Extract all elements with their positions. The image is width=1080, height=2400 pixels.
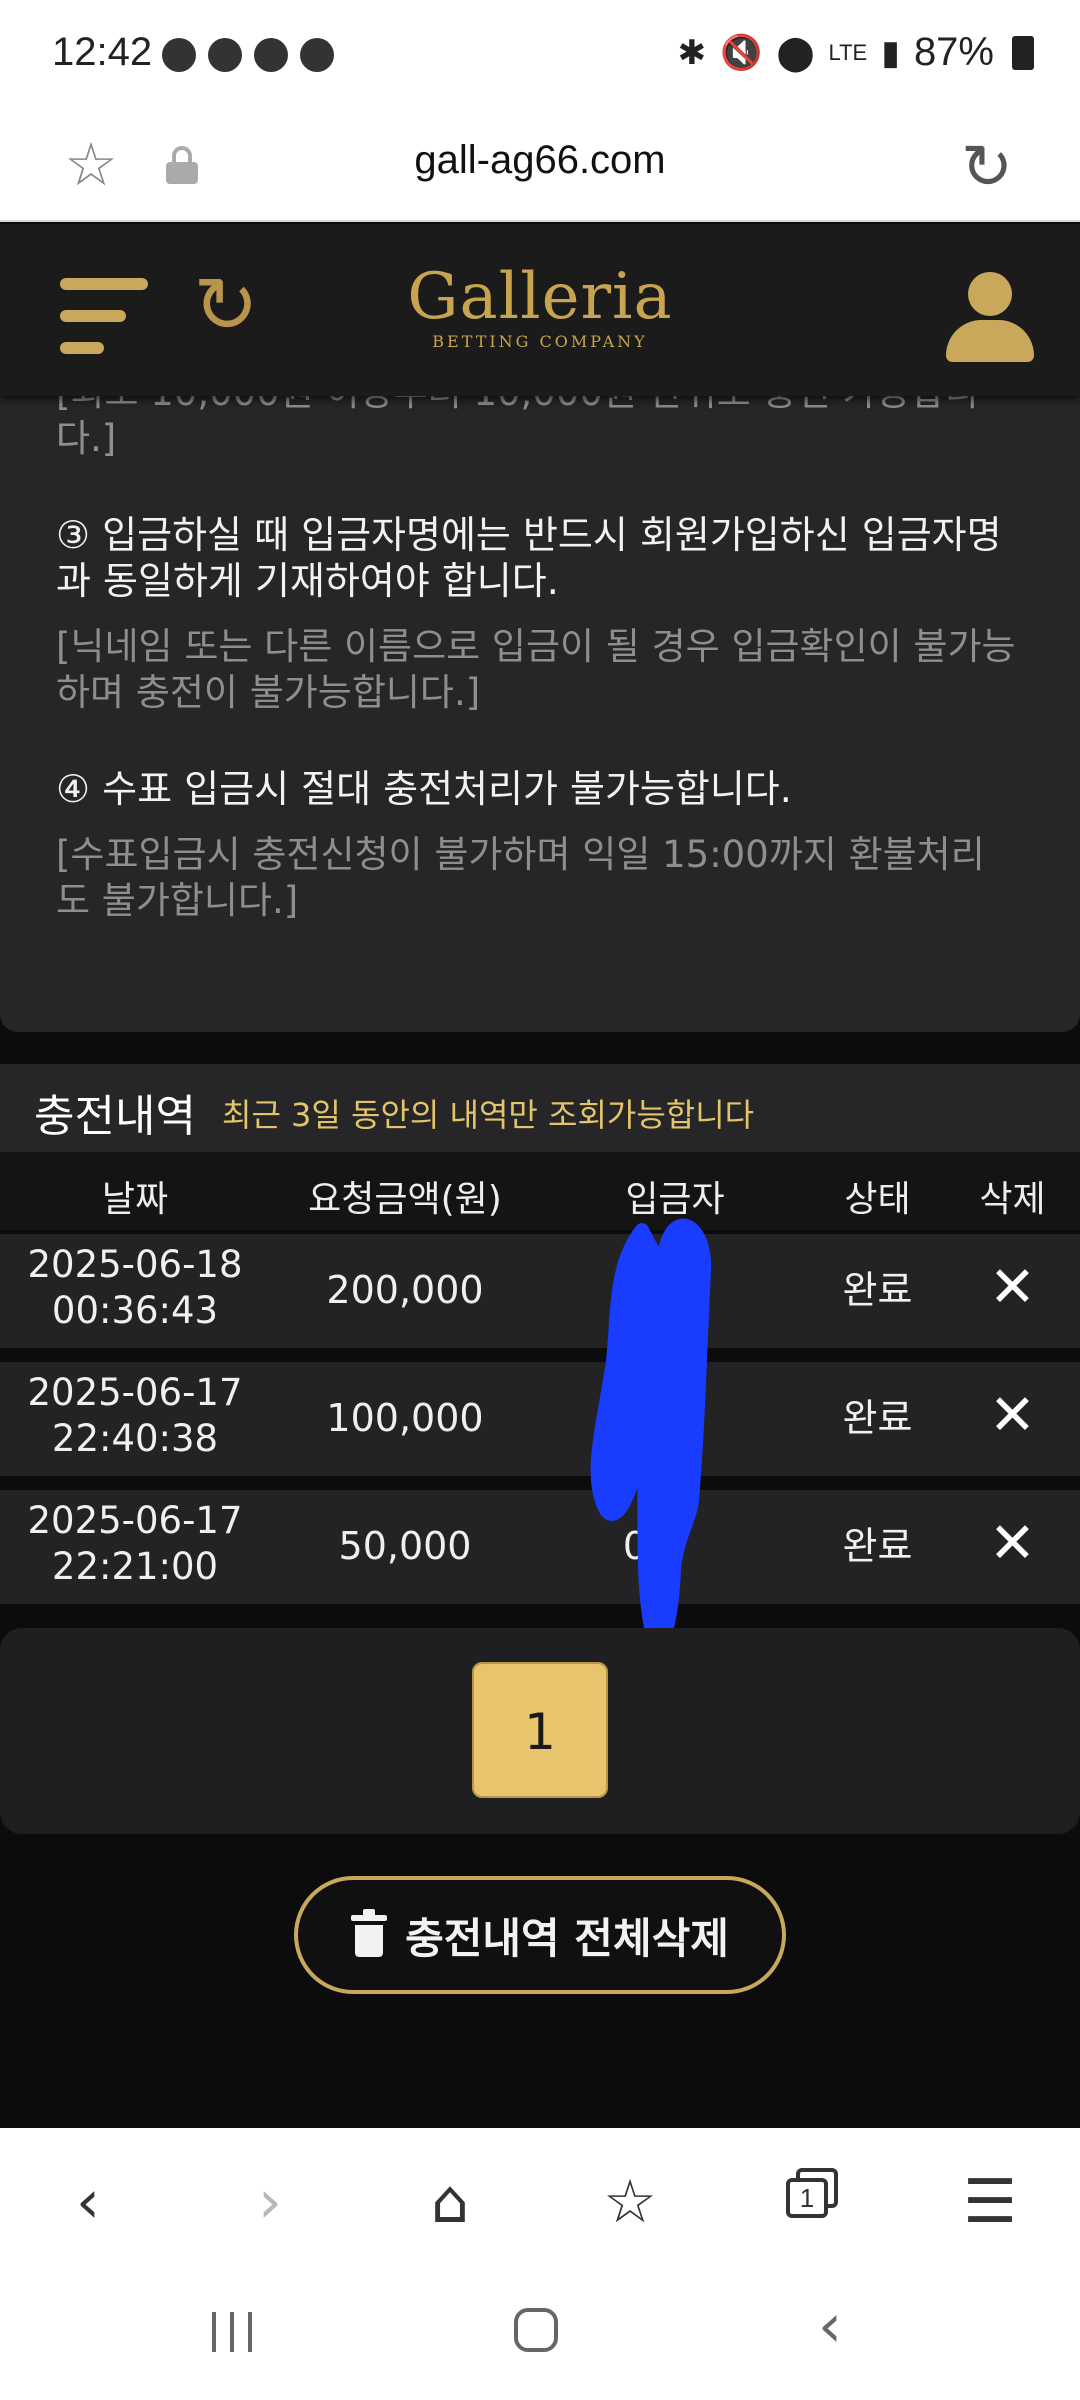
refresh-icon[interactable]: ↻	[186, 266, 266, 346]
menu-icon[interactable]	[60, 278, 148, 354]
row-status: 완료	[842, 1396, 913, 1440]
row-date: 2025-06-17	[27, 1371, 243, 1414]
notice-rule-3: ③ 입금하실 때 입금자명에는 반드시 회원가입하신 입금자명과 동일하게 기재…	[56, 513, 1002, 603]
row-time: 00:36:43	[51, 1289, 219, 1332]
bluetooth-icon: ✱	[677, 33, 707, 72]
history-note: 최근 3일 동안의 내역만 조회가능합니다	[222, 1096, 755, 1134]
row-status: 완료	[842, 1268, 913, 1312]
browser-toolbar: ‹ › ⌂ ☆ 1 ☰	[0, 2128, 1080, 2268]
chat-notification-icon	[300, 38, 334, 72]
table-row: 2025-06-17 22:40:38 100,000 완료 ✕	[0, 1362, 1080, 1476]
row-time: 22:40:38	[51, 1417, 219, 1460]
notification-icons	[162, 38, 334, 72]
home-nav-icon[interactable]	[514, 2308, 558, 2352]
tabs-icon[interactable]: 1	[786, 2168, 838, 2218]
talk-notification-icon	[162, 38, 196, 72]
deposit-notice: [최소 10,000원 이상부터 10,000원 단위로 충전 가능합니다.] …	[0, 396, 1080, 1032]
app-notification-icon	[208, 38, 242, 72]
delete-row-close-icon[interactable]: ✕	[945, 1514, 1080, 1574]
column-delete: 삭제	[979, 1179, 1046, 1220]
status-time: 12:42	[52, 30, 153, 74]
status-right: ✱ 🔇 ⬤ LTE ▮ 87%	[678, 30, 1034, 75]
row-datetime: 2025-06-17 22:21:00	[0, 1498, 270, 1590]
row-amount: 200,000	[326, 1268, 484, 1312]
delete-all-history-button[interactable]: 충전내역 전체삭제	[294, 1876, 786, 1994]
battery-percent: 87%	[913, 30, 994, 74]
table-header: 날짜 요청금액(원) 입금자 상태 삭제	[0, 1152, 1080, 1230]
network-type: LTE	[828, 39, 868, 65]
delete-row-close-icon[interactable]: ✕	[945, 1386, 1080, 1446]
table-row: 2025-06-18 00:36:43 200,000 완료 ✕	[0, 1234, 1080, 1348]
browser-address-bar: ☆ gall-ag66.com ↻	[0, 110, 1080, 222]
delete-all-label: 충전내역 전체삭제	[405, 1913, 729, 1963]
back-icon[interactable]: ‹	[48, 2162, 128, 2242]
column-date: 날짜	[101, 1179, 169, 1220]
app-notification-icon	[254, 38, 288, 72]
column-status: 상태	[844, 1179, 911, 1220]
system-navigation-bar: ‹	[0, 2268, 1080, 2400]
mute-icon: 🔇	[720, 33, 763, 72]
url-field[interactable]: gall-ag66.com	[0, 138, 1080, 183]
row-date: 2025-06-18	[27, 1243, 243, 1286]
browser-menu-icon[interactable]: ☰	[950, 2162, 1030, 2242]
column-amount: 요청금액(원)	[308, 1179, 502, 1220]
battery-icon	[1012, 35, 1034, 70]
logo-subtitle: BETTING COMPANY	[432, 332, 648, 351]
table-row: 2025-06-17 22:21:00 50,000 0 완료 ✕	[0, 1490, 1080, 1604]
notice-rule-4: ④ 수표 입금시 절대 충전처리가 불가능합니다.	[56, 767, 792, 811]
page-button-current[interactable]: 1	[472, 1662, 608, 1798]
pagination: 1	[0, 1628, 1080, 1834]
notice-rule-3-note: [닉네임 또는 다른 이름으로 입금이 될 경우 입금확인이 불가능하며 충전이…	[56, 625, 1016, 714]
site-header: ↻ Galleria BETTING COMPANY	[0, 224, 1080, 396]
forward-icon[interactable]: ›	[230, 2162, 310, 2242]
delete-row-close-icon[interactable]: ✕	[945, 1258, 1080, 1318]
row-time: 22:21:00	[51, 1545, 219, 1588]
row-amount: 100,000	[326, 1396, 484, 1440]
recents-icon[interactable]	[212, 2312, 254, 2352]
row-datetime: 2025-06-17 22:40:38	[0, 1370, 270, 1462]
bookmarks-icon[interactable]: ☆	[590, 2162, 670, 2242]
redaction-scribble	[590, 1218, 712, 1649]
notice-cut-line-end: 다.]	[56, 417, 117, 460]
user-icon[interactable]	[946, 272, 1034, 362]
history-title: 충전내역	[34, 1091, 196, 1142]
home-icon[interactable]: ⌂	[410, 2162, 490, 2242]
location-icon: ⬤	[776, 33, 815, 72]
reload-icon[interactable]: ↻	[952, 132, 1022, 202]
row-status: 완료	[842, 1524, 913, 1568]
status-bar: 12:42 ✱ 🔇 ⬤ LTE ▮ 87%	[0, 0, 1080, 110]
back-nav-icon[interactable]: ‹	[818, 2296, 842, 2356]
logo-text: Galleria	[407, 260, 673, 334]
notice-rule-4-note: [수표입금시 충전신청이 불가하며 익일 15:00까지 환불처리도 불가합니다…	[56, 833, 985, 922]
signal-icon: ▮	[881, 33, 900, 72]
trash-icon	[351, 1909, 388, 1957]
row-datetime: 2025-06-18 00:36:43	[0, 1242, 270, 1334]
row-date: 2025-06-17	[27, 1499, 243, 1542]
site-logo[interactable]: Galleria BETTING COMPANY	[340, 262, 740, 351]
history-header: 충전내역 최근 3일 동안의 내역만 조회가능합니다	[0, 1064, 1080, 1152]
